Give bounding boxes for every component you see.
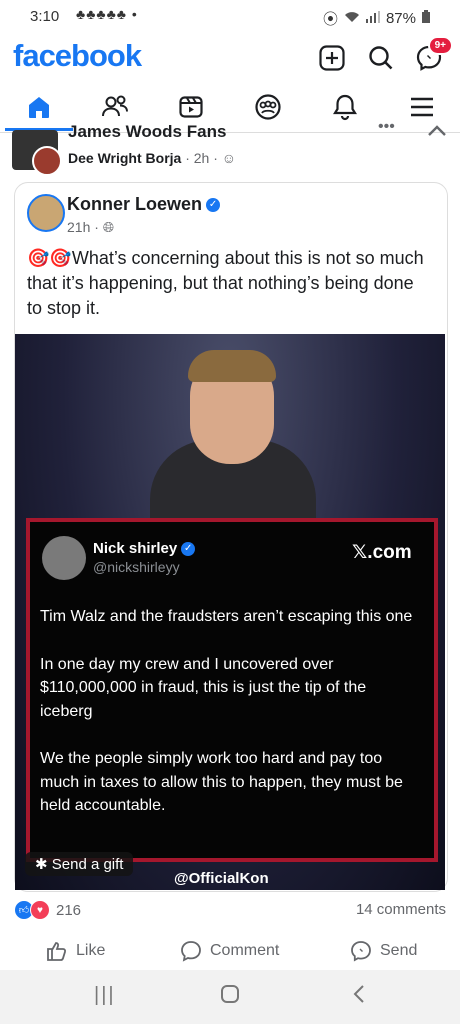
post-author[interactable]: Konner Loewen ✓ — [67, 194, 221, 215]
author-avatar[interactable] — [32, 146, 62, 176]
send-gift-label: Send a gift — [51, 856, 124, 873]
globe-icon: 🌐︎ — [102, 219, 115, 235]
watermark: @OfficialKon — [174, 870, 269, 887]
video-icon — [179, 96, 203, 118]
separator: · — [213, 150, 222, 166]
tweet-avatar — [42, 536, 86, 580]
tweet-author: Nick shirley ✓ — [93, 540, 196, 557]
tweet-source: 𝕏.com — [352, 542, 412, 563]
group-name[interactable]: James Woods Fans — [68, 122, 226, 142]
search-button[interactable] — [363, 40, 399, 76]
send-button[interactable]: Send — [350, 940, 417, 962]
post-actions: Like Comment Send — [0, 936, 460, 968]
comment-label: Comment — [210, 942, 280, 959]
tab-home[interactable] — [19, 92, 59, 122]
search-icon — [369, 46, 393, 70]
battery-level: 87% — [385, 10, 416, 27]
person-hair — [188, 350, 276, 382]
location-icon: ⦿ — [322, 11, 338, 28]
notification-icons: ♣♣♣♣♣ • — [76, 6, 138, 22]
post-author-name[interactable]: Konner Loewen — [67, 194, 202, 214]
tweet-handle: @nickshirleyy — [93, 559, 180, 575]
gift-icon: ✱ — [35, 856, 52, 873]
back-icon[interactable] — [352, 984, 366, 1010]
recent-apps-icon[interactable]: ||| — [94, 984, 116, 1007]
reaction-count: 216 — [56, 901, 82, 919]
close-icon — [428, 125, 446, 136]
tweet-paragraph: Tim Walz and the fraudsters aren’t escap… — [40, 608, 413, 625]
bell-icon — [333, 94, 357, 121]
like-label: Like — [76, 942, 106, 959]
wifi-icon — [344, 10, 360, 27]
tweet-body: Tim Walz and the fraudsters aren’t escap… — [40, 605, 420, 842]
messenger-button[interactable]: 9+ — [411, 36, 453, 76]
comment-icon — [181, 941, 201, 962]
tab-friends[interactable] — [95, 92, 135, 122]
system-nav-bar: ||| — [0, 970, 460, 1024]
signal-icon — [365, 10, 380, 27]
home-nav-icon[interactable] — [220, 984, 240, 1010]
battery-icon — [422, 10, 430, 27]
tab-notifications[interactable] — [325, 92, 365, 122]
hide-post-button[interactable] — [424, 116, 450, 147]
tweet-author-name: Nick shirley — [93, 540, 178, 557]
tweet-paragraph: We the people simply work too hard and p… — [40, 750, 403, 814]
verified-icon: ✓ — [206, 198, 221, 213]
post-text: 🎯🎯What’s concerning about this is not so… — [27, 248, 424, 318]
home-icon — [29, 97, 49, 118]
create-button[interactable] — [314, 40, 350, 76]
post-time[interactable]: 21h — [67, 219, 90, 235]
facebook-logo[interactable]: facebook — [13, 38, 142, 74]
status-right: ⦿ 87% — [323, 8, 430, 29]
love-reaction-icon: ♥ — [30, 900, 50, 920]
post-author-avatar[interactable] — [27, 194, 65, 232]
verified-icon: ✓ — [181, 542, 196, 557]
tab-groups[interactable] — [248, 92, 288, 122]
groups-icon — [255, 94, 281, 120]
friends-audience-icon: ☺ — [221, 150, 237, 166]
menu-icon — [411, 97, 433, 117]
status-time: 3:10 — [30, 8, 60, 25]
more-options-button[interactable]: ••• — [378, 118, 395, 136]
send-gift-button[interactable]: ✱ Send a gift — [25, 852, 134, 876]
reactions-summary[interactable]: 👍︎ ♥ 216 — [14, 900, 81, 920]
send-label: Send — [380, 942, 418, 959]
tweet-paragraph: In one day my crew and I uncovered over … — [40, 655, 367, 720]
previous-post-meta: Dee Wright Borja · 2h · ☺ — [68, 150, 236, 166]
status-bar: 3:10 ♣♣♣♣♣ • ⦿ 87% — [0, 0, 460, 34]
thumbs-up-icon — [47, 942, 67, 961]
tab-video[interactable] — [171, 92, 211, 122]
messenger-send-icon — [351, 941, 371, 962]
post-time-row: 21h · 🌐︎ — [67, 219, 114, 236]
plus-icon — [319, 45, 345, 71]
messenger-badge: 9+ — [427, 36, 453, 55]
comment-count[interactable]: 14 comments — [356, 901, 446, 918]
comment-button[interactable]: Comment — [180, 940, 279, 962]
like-button[interactable]: Like — [46, 940, 105, 962]
separator: · — [185, 150, 194, 166]
separator: · — [94, 219, 103, 235]
previous-post-time: 2h — [193, 150, 210, 166]
previous-post-author[interactable]: Dee Wright Borja — [68, 150, 181, 166]
friends-icon — [102, 95, 128, 117]
